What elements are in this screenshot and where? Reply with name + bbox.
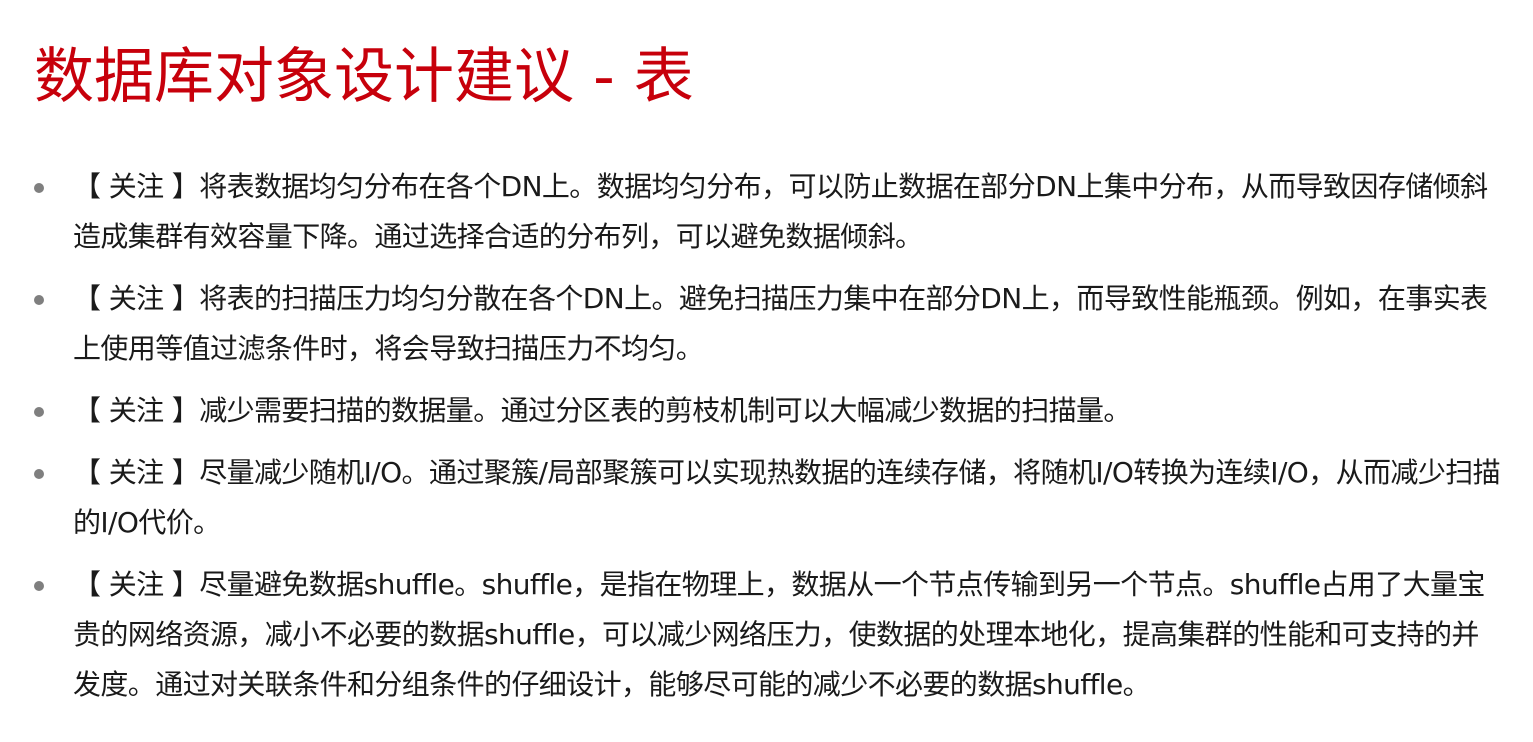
bullet-dot-icon — [34, 407, 44, 417]
slide: 数据库对象设计建议 - 表 【 关注 】将表数据均匀分布在各个DN上。数据均匀分… — [0, 0, 1533, 742]
bullet-dot-icon — [34, 183, 44, 193]
bullet-list: 【 关注 】将表数据均匀分布在各个DN上。数据均匀分布，可以防止数据在部分DN上… — [34, 162, 1504, 722]
bullet-text: 【 关注 】尽量减少随机I/O。通过聚簇/局部聚簇可以实现热数据的连续存储，将随… — [73, 456, 1501, 539]
bullet-item: 【 关注 】将表的扫描压力均匀分散在各个DN上。避免扫描压力集中在部分DN上，而… — [34, 274, 1504, 374]
slide-title: 数据库对象设计建议 - 表 — [34, 42, 694, 112]
bullet-text: 【 关注 】将表的扫描压力均匀分散在各个DN上。避免扫描压力集中在部分DN上，而… — [73, 282, 1488, 365]
bullet-item: 【 关注 】减少需要扫描的数据量。通过分区表的剪枝机制可以大幅减少数据的扫描量。 — [34, 386, 1504, 436]
bullet-item: 【 关注 】尽量避免数据shuffle。shuffle，是指在物理上，数据从一个… — [34, 560, 1504, 710]
bullet-dot-icon — [34, 581, 44, 591]
bullet-item: 【 关注 】将表数据均匀分布在各个DN上。数据均匀分布，可以防止数据在部分DN上… — [34, 162, 1504, 262]
bullet-text: 【 关注 】尽量避免数据shuffle。shuffle，是指在物理上，数据从一个… — [73, 568, 1485, 701]
bullet-text: 【 关注 】减少需要扫描的数据量。通过分区表的剪枝机制可以大幅减少数据的扫描量。 — [73, 394, 1131, 427]
bullet-dot-icon — [34, 469, 44, 479]
bullet-text: 【 关注 】将表数据均匀分布在各个DN上。数据均匀分布，可以防止数据在部分DN上… — [73, 170, 1488, 253]
bullet-item: 【 关注 】尽量减少随机I/O。通过聚簇/局部聚簇可以实现热数据的连续存储，将随… — [34, 448, 1504, 548]
bullet-dot-icon — [34, 295, 44, 305]
